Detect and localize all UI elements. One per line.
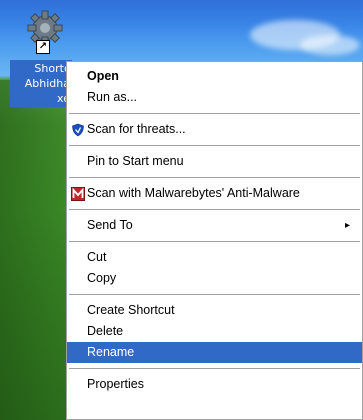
menu-item-cut[interactable]: Cut	[67, 247, 362, 268]
menu-item-pin-to-start[interactable]: Pin to Start menu	[67, 151, 362, 172]
menu-item-label: Cut	[87, 250, 107, 264]
shield-icon	[72, 123, 84, 137]
menu-item-properties[interactable]: Properties	[67, 374, 362, 395]
menu-item-scan-malwarebytes[interactable]: Scan with Malwarebytes' Anti-Malware	[67, 183, 362, 204]
menu-item-delete[interactable]: Delete	[67, 321, 362, 342]
submenu-arrow-icon: ▸	[344, 220, 350, 231]
label-line: Abhidha	[24, 77, 70, 90]
label-line: xe	[57, 92, 70, 105]
menu-item-rename[interactable]: Rename	[67, 342, 362, 363]
desktop-icon-label: Shortc Abhidha xe	[10, 60, 72, 107]
menu-item-create-shortcut[interactable]: Create Shortcut	[67, 300, 362, 321]
menu-item-label: Rename	[87, 345, 135, 359]
menu-item-label: Pin to Start menu	[87, 154, 184, 168]
label-line: Shortc	[34, 62, 70, 75]
menu-item-label: Send To	[87, 218, 133, 232]
menu-separator	[69, 294, 360, 295]
menu-item-label: Delete	[87, 324, 124, 338]
menu-item-label: Create Shortcut	[87, 303, 175, 317]
menu-item-label: Open	[87, 69, 119, 83]
menu-item-open[interactable]: Open	[67, 66, 362, 87]
context-menu: Open Run as... Scan for threats... Pin t…	[66, 61, 363, 420]
menu-item-label: Copy	[87, 271, 117, 285]
menu-separator	[69, 177, 360, 178]
menu-item-copy[interactable]: Copy	[67, 268, 362, 289]
menu-separator	[69, 145, 360, 146]
hill-shade	[0, 80, 70, 420]
menu-separator	[69, 241, 360, 242]
malwarebytes-icon	[71, 187, 85, 201]
menu-item-label: Scan with Malwarebytes' Anti-Malware	[87, 186, 300, 200]
menu-item-label: Run as...	[87, 90, 138, 104]
menu-item-send-to[interactable]: Send To ▸	[67, 215, 362, 236]
menu-item-run-as[interactable]: Run as...	[67, 87, 362, 108]
menu-item-scan-for-threats[interactable]: Scan for threats...	[67, 119, 362, 140]
cloud	[300, 35, 360, 55]
menu-separator	[69, 368, 360, 369]
menu-separator	[69, 113, 360, 114]
shortcut-arrow-icon: ↗	[36, 40, 50, 54]
menu-item-label: Scan for threats...	[87, 122, 186, 136]
menu-item-label: Properties	[87, 377, 144, 391]
menu-separator	[69, 209, 360, 210]
